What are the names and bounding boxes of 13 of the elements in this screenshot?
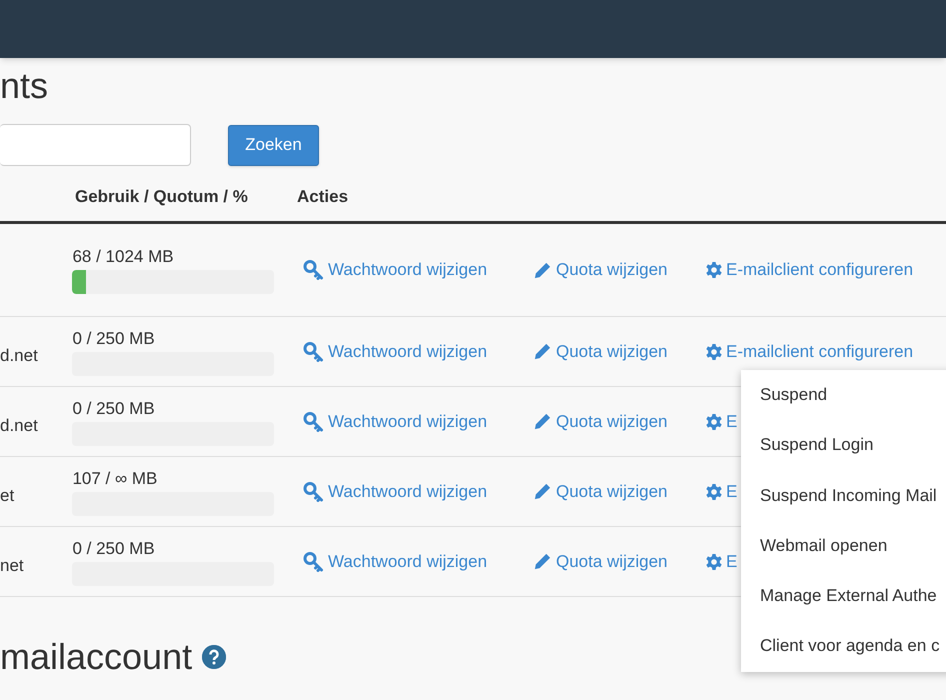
section-heading: mailaccount xyxy=(0,639,192,675)
usage-text: 107 / ∞ MB xyxy=(72,468,158,490)
email-address: et xyxy=(0,486,14,505)
usage-text: 0 / 250 MB xyxy=(72,538,155,560)
page-title: nts xyxy=(0,68,50,108)
column-header: Acties xyxy=(297,186,348,206)
usage-text: 0 / 250 MB xyxy=(72,398,155,420)
email-address: net xyxy=(0,556,24,575)
email-address: d.net xyxy=(0,416,38,435)
email-address: d.net xyxy=(0,346,38,365)
usage-text: 0 / 250 MB xyxy=(72,328,155,350)
column-header: Gebruik / Quotum / % xyxy=(75,186,248,206)
usage-text: 68 / 1024 MB xyxy=(72,246,174,268)
